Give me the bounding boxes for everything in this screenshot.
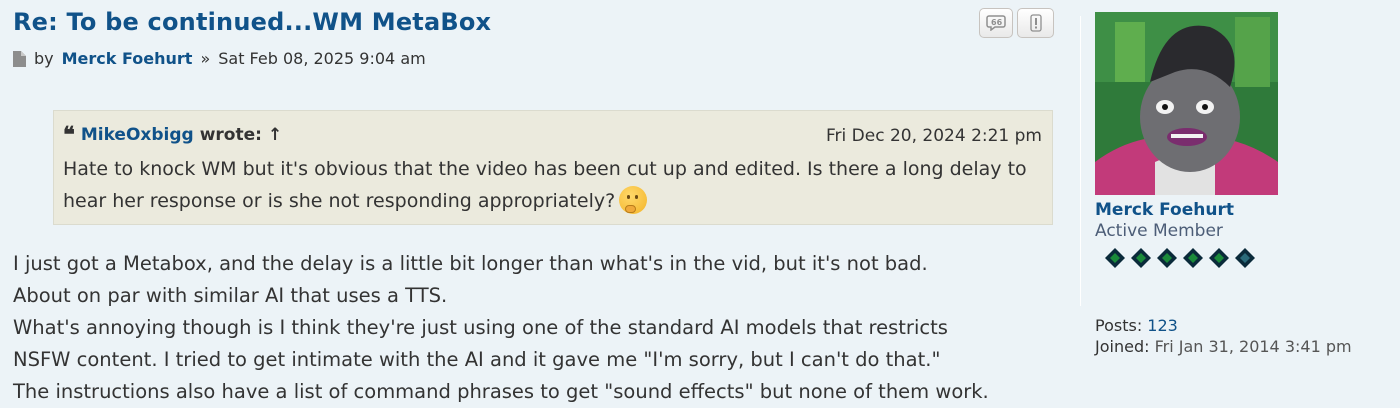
quote-button[interactable]: 66 [979,8,1013,38]
post-title[interactable]: Re: To be continued...WM MetaBox [13,8,491,36]
quote-marks-icon: ❝ [63,122,75,148]
quote-author-link[interactable]: MikeOxbigg [81,125,194,145]
post-byline: by Merck Foehurt » Sat Feb 08, 2025 9:04… [13,49,426,68]
post-actions: 66 [979,8,1054,38]
byline-by: by [34,49,54,68]
profile-joined: Joined: Fri Jan 31, 2014 3:41 pm [1095,337,1352,356]
joined-date: Fri Jan 31, 2014 3:41 pm [1154,337,1352,356]
quote-block: ❝ MikeOxbigg wrote: ↑ Fri Dec 20, 2024 2… [53,110,1053,225]
post-body-line: About on par with similar AI that uses a… [13,284,448,307]
quote-header: ❝ MikeOxbigg wrote: ↑ [63,122,282,148]
profile-divider [1080,16,1081,306]
avatar-image [1095,12,1278,195]
exclamation-icon [1029,14,1042,32]
post-body-line: NSFW content. I tried to get intimate wi… [13,348,941,371]
post-document-icon [13,50,26,67]
posts-label: Posts: [1095,316,1143,335]
byline-separator: » [200,49,211,68]
thinking-face-icon [619,186,648,214]
post-body-line: The instructions also have a list of com… [13,380,989,403]
rank-gems [1104,247,1256,269]
report-button[interactable] [1017,8,1054,38]
quote-bubble-icon: 66 [986,15,1006,31]
rank-gem-icon [1234,247,1256,269]
post-author-link[interactable]: Merck Foehurt [62,49,193,68]
post-date: Sat Feb 08, 2025 9:04 am [218,49,426,68]
rank-gem-icon [1104,247,1126,269]
quote-text-container: Hate to knock WM but it's obvious that t… [63,153,1043,217]
posts-count-link[interactable]: 123 [1147,316,1178,335]
rank-gem-icon [1130,247,1152,269]
svg-text:66: 66 [991,18,1003,27]
post-body: I just got a Metabox, and the delay is a… [13,248,1073,408]
post-content: Re: To be continued...WM MetaBox 66 by M… [0,0,1070,406]
profile-username-link[interactable]: Merck Foehurt [1095,200,1234,220]
post-body-line: What's annoying though is I think they'r… [13,316,948,339]
profile-posts: Posts: 123 [1095,316,1178,335]
rank-gem-icon [1156,247,1178,269]
quote-text: Hate to knock WM but it's obvious that t… [63,158,1027,212]
quote-wrote-label: wrote: [199,125,262,145]
quote-jump-arrow[interactable]: ↑ [268,125,282,145]
rank-gem-icon [1182,247,1204,269]
quote-date: Fri Dec 20, 2024 2:21 pm [826,126,1042,146]
post-body-line: I just got a Metabox, and the delay is a… [13,252,928,275]
profile-rank: Active Member [1095,221,1223,241]
rank-gem-icon [1208,247,1230,269]
joined-label: Joined: [1095,337,1150,356]
avatar[interactable] [1095,12,1278,195]
